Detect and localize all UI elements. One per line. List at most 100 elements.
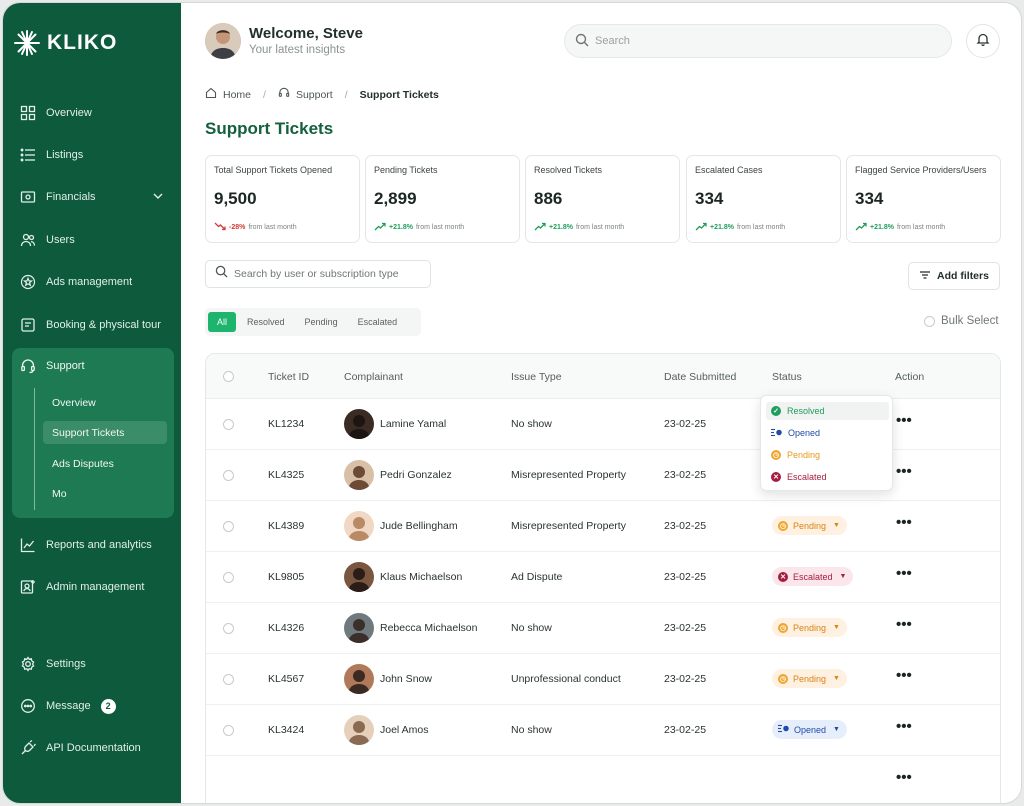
row-select-radio[interactable] (223, 419, 234, 430)
sidebar-item-booking[interactable]: Booking & physical tour (3, 310, 181, 340)
stat-change: +21.8% (870, 224, 894, 231)
tab-escalated[interactable]: Escalated (349, 312, 407, 332)
sidebar-item-support[interactable]: Support (19, 351, 85, 381)
star-badge-icon (19, 273, 37, 291)
table-row[interactable]: KL4389 Jude Bellingham Misrepresented Prop… (206, 501, 1000, 552)
stat-card: Resolved Tickets 886 +21.8% from last month (525, 155, 680, 243)
sidebar-group-support: Support Overview Support Tickets Ads Dis… (12, 348, 174, 518)
sidebar-item-reports[interactable]: Reports and analytics (3, 530, 181, 560)
more-actions-icon[interactable]: ••• (896, 412, 912, 429)
ticket-search[interactable] (205, 260, 431, 288)
column-header: Status (772, 371, 802, 383)
table-row[interactable]: KL3424 Joel Amos No show 23-02-25 Opened ▼ ••• (206, 705, 1000, 756)
submenu-item-ads-disputes[interactable]: Ads Disputes (43, 452, 167, 475)
issue-type: No show (511, 622, 552, 634)
breadcrumb: Home / Support / Support Tickets (205, 87, 439, 102)
sidebar-item-api-documentation[interactable]: API Documentation (3, 733, 181, 763)
status-option-pending[interactable]: ◷ Pending (766, 446, 889, 464)
chevron-down-icon[interactable] (153, 191, 163, 204)
more-actions-icon[interactable]: ••• (896, 718, 912, 735)
ticket-id: KL4389 (268, 520, 305, 532)
more-actions-icon[interactable]: ••• (896, 616, 912, 633)
complainant-name: Lamine Yamal (380, 418, 447, 430)
issue-type: No show (511, 724, 552, 736)
row-select-radio[interactable] (223, 521, 234, 532)
stat-change: +21.8% (549, 224, 573, 231)
column-header: Complainant (344, 371, 403, 383)
table-row[interactable]: KL9805 Klaus Michaelson Ad Dispute 23-02-25… (206, 552, 1000, 603)
row-select-radio[interactable] (223, 725, 234, 736)
add-filters-label: Add filters (937, 270, 989, 282)
search-input[interactable] (595, 35, 915, 47)
sidebar-item-label: API Documentation (46, 742, 141, 754)
sidebar-item-financials[interactable]: Financials (3, 182, 181, 212)
row-select-radio[interactable] (223, 623, 234, 634)
sidebar-item-label: Users (46, 234, 75, 246)
submenu-item-overview[interactable]: Overview (43, 391, 167, 414)
status-text: Opened (794, 724, 827, 735)
tab-pending[interactable]: Pending (296, 312, 347, 332)
sidebar-item-users[interactable]: Users (3, 225, 181, 255)
ticket-search-input[interactable] (234, 268, 424, 280)
tab-all[interactable]: All (208, 312, 237, 332)
issue-type: Misrepresented Property (511, 520, 626, 532)
complainant-name: Pedri Gonzalez (380, 469, 452, 481)
breadcrumb-home[interactable]: Home (205, 87, 251, 102)
sidebar-item-message[interactable]: Message 2 (3, 691, 181, 721)
sidebar-item-settings[interactable]: Settings (3, 649, 181, 679)
status-badge[interactable]: ◷ Pending ▼ (772, 669, 847, 688)
global-search[interactable] (564, 24, 952, 58)
user-avatar[interactable] (205, 23, 241, 59)
avatar (344, 715, 374, 745)
sidebar-item-ads-management[interactable]: Ads management (3, 267, 181, 297)
table-row[interactable]: KL4326 Rebecca Michaelson No show 23-02-25 ◷… (206, 603, 1000, 654)
date-submitted: 23-02-25 (664, 673, 707, 685)
more-actions-icon[interactable]: ••• (896, 514, 912, 531)
notifications-button[interactable] (966, 24, 1000, 58)
breadcrumb-home-label: Home (223, 88, 252, 101)
x-circle-icon: ✕ (778, 571, 788, 582)
more-actions-icon[interactable]: ••• (896, 565, 912, 582)
sidebar-item-admin-management[interactable]: Admin management (3, 572, 181, 602)
bulk-select[interactable]: Bulk Select (924, 315, 999, 327)
column-header: Ticket ID (268, 371, 310, 383)
sidebar-item-overview[interactable]: Overview (3, 98, 181, 128)
avatar (344, 613, 374, 643)
sidebar-item-listings[interactable]: Listings (3, 140, 181, 170)
breadcrumb-support-label: Support (295, 88, 333, 101)
sidebar-item-label: Admin management (46, 581, 145, 593)
add-filters-button[interactable]: Add filters (908, 262, 1000, 290)
status-badge[interactable]: ◷ Pending ▼ (772, 618, 847, 637)
status-option-opened[interactable]: Opened (766, 424, 889, 442)
status-badge[interactable]: Opened ▼ (772, 720, 847, 739)
bulk-select-radio[interactable] (924, 315, 935, 327)
sidebar-item-label: Settings (46, 658, 86, 670)
more-actions-icon[interactable]: ••• (896, 769, 912, 786)
more-actions-icon[interactable]: ••• (896, 463, 912, 480)
submenu-item-support-tickets[interactable]: Support Tickets (43, 421, 167, 444)
complainant-name: Klaus Michaelson (380, 571, 463, 583)
column-header: Issue Type (511, 371, 562, 383)
stat-trend: +21.8% from last month (855, 222, 945, 233)
sidebar-item-label: Reports and analytics (46, 539, 152, 551)
complainant-name: Jude Bellingham (380, 520, 458, 532)
status-badge[interactable]: ✕ Escalated ▼ (772, 567, 854, 586)
check-circle-icon: ✓ (771, 406, 781, 416)
row-select-radio[interactable] (223, 572, 234, 583)
sidebar-item-label: Ads management (46, 276, 133, 288)
trend-up-icon (695, 222, 707, 233)
status-option-resolved[interactable]: ✓ Resolved (766, 402, 889, 420)
chart-icon (19, 536, 37, 554)
row-select-radio[interactable] (223, 674, 234, 685)
submenu-item-mo[interactable]: Mo (43, 482, 167, 505)
bulk-select-label: Bulk Select (941, 315, 999, 327)
select-all-radio[interactable] (223, 371, 234, 382)
status-option-escalated[interactable]: ✕ Escalated (766, 468, 889, 486)
welcome-subtitle: Your latest insights (249, 44, 346, 56)
tab-resolved[interactable]: Resolved (238, 312, 294, 332)
breadcrumb-support[interactable]: Support (278, 87, 333, 102)
more-actions-icon[interactable]: ••• (896, 667, 912, 684)
status-badge[interactable]: ◷ Pending ▼ (772, 516, 847, 535)
row-select-radio[interactable] (223, 470, 234, 481)
table-row[interactable]: KL4567 John Snow Unprofessional conduct 23-… (206, 654, 1000, 705)
